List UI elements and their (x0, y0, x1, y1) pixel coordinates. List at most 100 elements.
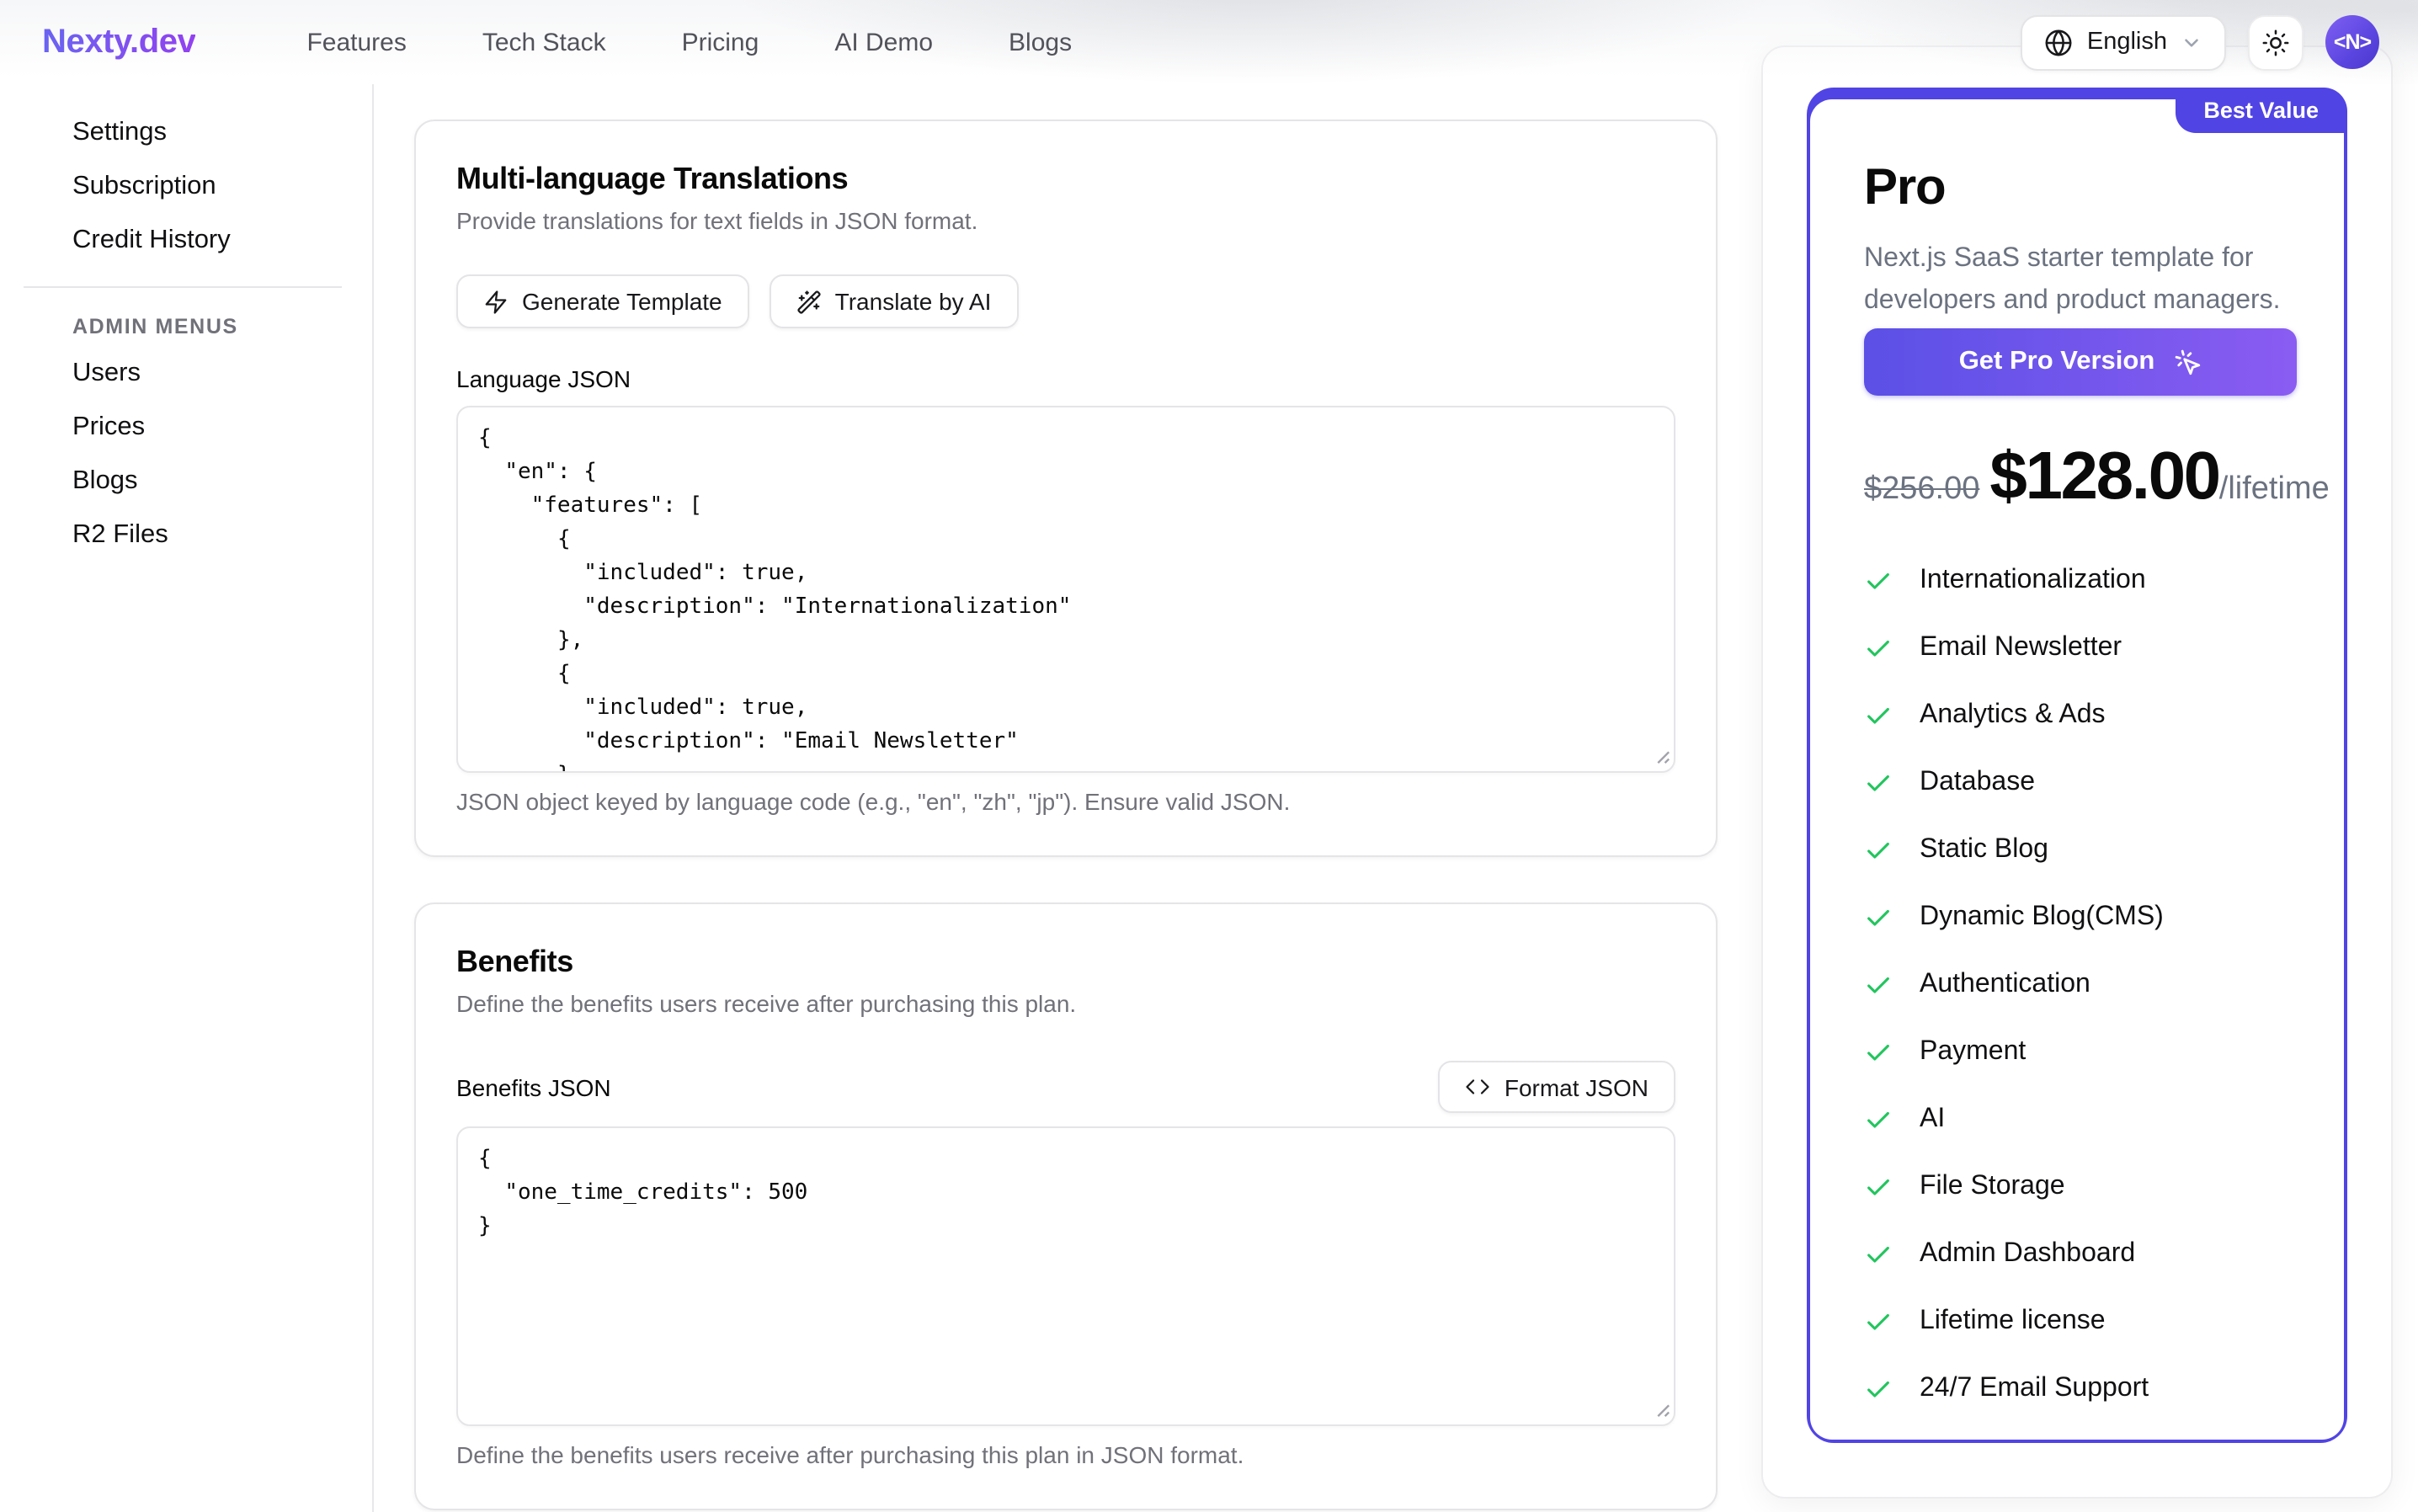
price-row: $256.00 $128.00 /lifetime (1864, 439, 2297, 515)
translate-by-ai-label: Translate by AI (835, 288, 992, 315)
benefits-card-description: Define the benefits users receive after … (456, 990, 1675, 1017)
best-value-badge: Best Value (2175, 88, 2347, 133)
feature-list: Internationalization Email Newsletter An… (1864, 566, 2297, 1404)
language-label: English (2087, 29, 2167, 56)
zap-icon (483, 289, 509, 314)
format-json-label: Format JSON (1505, 1073, 1648, 1100)
sidebar-item-subscription[interactable]: Subscription (0, 160, 372, 214)
sidebar-item-users[interactable]: Users (0, 347, 372, 401)
check-icon (1864, 769, 1893, 797)
nav-item-features[interactable]: Features (306, 28, 406, 56)
feature-item: Admin Dashboard (1864, 1239, 2297, 1270)
feature-item: Analytics & Ads (1864, 700, 2297, 731)
pro-plan-card-body: Pro Next.js SaaS starter template for de… (1810, 99, 2344, 1440)
benefits-card-title: Benefits (456, 945, 1675, 980)
settings-sidebar: Settings Subscription Credit History ADM… (0, 84, 374, 1512)
current-price: $128.00 (1989, 439, 2218, 515)
feature-label: Lifetime license (1920, 1307, 2106, 1337)
feature-item: Internationalization (1864, 566, 2297, 596)
sidebar-item-blogs[interactable]: Blogs (0, 455, 372, 508)
globe-icon (2045, 28, 2074, 56)
sidebar-item-r2-files[interactable]: R2 Files (0, 508, 372, 562)
benefits-json-helper: Define the benefits users receive after … (456, 1441, 1675, 1468)
translations-card: Multi-language Translations Provide tran… (414, 120, 1718, 857)
feature-item: 24/7 Email Support (1864, 1374, 2297, 1404)
main-content: Multi-language Translations Provide tran… (414, 120, 1718, 1510)
sidebar-divider (24, 286, 342, 288)
feature-label: Internationalization (1920, 566, 2146, 596)
language-json-textarea[interactable]: { "en": { "features": [ { "included": tr… (456, 406, 1675, 773)
translations-actions: Generate Template Translate by AI (456, 274, 1675, 328)
code-icon (1466, 1074, 1491, 1099)
feature-item: Dynamic Blog(CMS) (1864, 902, 2297, 933)
sidebar-item-settings[interactable]: Settings (0, 106, 372, 160)
feature-label: 24/7 Email Support (1920, 1374, 2149, 1404)
feature-label: File Storage (1920, 1172, 2065, 1202)
header-controls: English <N> (2021, 14, 2379, 70)
pro-plan-card: Best Value Pro Next.js SaaS starter temp… (1807, 88, 2347, 1443)
language-json-field-wrap: { "en": { "features": [ { "included": tr… (456, 406, 1675, 773)
feature-label: Authentication (1920, 970, 2090, 1000)
sidebar-section-admin-menus: ADMIN MENUS (0, 291, 372, 347)
check-icon (1864, 903, 1893, 932)
format-json-button[interactable]: Format JSON (1439, 1061, 1675, 1113)
nav-item-blogs[interactable]: Blogs (1009, 28, 1072, 56)
benefits-json-textarea[interactable]: { "one_time_credits": 500 } (456, 1126, 1675, 1426)
feature-item: Email Newsletter (1864, 633, 2297, 663)
nav-item-ai-demo[interactable]: AI Demo (834, 28, 933, 56)
theme-toggle-button[interactable] (2248, 14, 2303, 70)
wand-sparkles-icon (796, 289, 822, 314)
benefits-json-label: Benefits JSON (456, 1073, 611, 1100)
get-pro-version-button[interactable]: Get Pro Version (1864, 328, 2297, 396)
feature-label: Email Newsletter (1920, 633, 2122, 663)
plan-description: Next.js SaaS starter template for develo… (1864, 237, 2297, 322)
benefits-card: Benefits Define the benefits users recei… (414, 902, 1718, 1510)
feature-label: Static Blog (1920, 835, 2048, 865)
feature-item: Static Blog (1864, 835, 2297, 865)
benefits-json-field-wrap: { "one_time_credits": 500 } (456, 1126, 1675, 1426)
generate-template-label: Generate Template (522, 288, 722, 315)
feature-item: AI (1864, 1105, 2297, 1135)
check-icon (1864, 1173, 1893, 1201)
feature-item: Database (1864, 768, 2297, 798)
translate-by-ai-button[interactable]: Translate by AI (770, 274, 1019, 328)
feature-item: File Storage (1864, 1172, 2297, 1202)
feature-label: Analytics & Ads (1920, 700, 2106, 731)
page: Nexty.dev Features Tech Stack Pricing AI… (0, 0, 2418, 1512)
check-icon (1864, 1240, 1893, 1269)
nav-item-tech-stack[interactable]: Tech Stack (482, 28, 606, 56)
get-pro-version-label: Get Pro Version (1959, 347, 2155, 377)
nav-item-pricing[interactable]: Pricing (682, 28, 759, 56)
plan-title: Pro (1864, 160, 2297, 217)
check-icon (1864, 701, 1893, 730)
translations-card-description: Provide translations for text fields in … (456, 207, 1675, 234)
feature-label: Payment (1920, 1037, 2026, 1067)
check-icon (1864, 1105, 1893, 1134)
feature-item: Authentication (1864, 970, 2297, 1000)
price-period: /lifetime (2219, 471, 2330, 508)
mouse-pointer-click-icon (2173, 348, 2202, 376)
sun-icon (2261, 28, 2290, 56)
check-icon (1864, 567, 1893, 595)
generate-template-button[interactable]: Generate Template (456, 274, 749, 328)
feature-label: Database (1920, 768, 2035, 798)
language-selector[interactable]: English (2021, 14, 2226, 70)
benefits-json-row: Benefits JSON Format JSON (456, 1061, 1675, 1113)
check-icon (1864, 1307, 1893, 1336)
sidebar-item-prices[interactable]: Prices (0, 401, 372, 455)
plan-preview-panel: Best Value Pro Next.js SaaS starter temp… (1761, 45, 2393, 1499)
check-icon (1864, 1375, 1893, 1403)
translations-card-title: Multi-language Translations (456, 162, 1675, 197)
feature-label: AI (1920, 1105, 1945, 1135)
language-json-label: Language JSON (456, 365, 1675, 392)
feature-item: Lifetime license (1864, 1307, 2297, 1337)
feature-label: Admin Dashboard (1920, 1239, 2135, 1270)
feature-item: Payment (1864, 1037, 2297, 1067)
check-icon (1864, 971, 1893, 999)
top-navbar: Nexty.dev Features Tech Stack Pricing AI… (0, 0, 2418, 84)
brand-logo[interactable]: Nexty.dev (42, 23, 195, 61)
check-icon (1864, 634, 1893, 663)
chevron-down-icon (2181, 31, 2202, 53)
user-avatar[interactable]: <N> (2325, 15, 2379, 69)
sidebar-item-credit-history[interactable]: Credit History (0, 214, 372, 268)
